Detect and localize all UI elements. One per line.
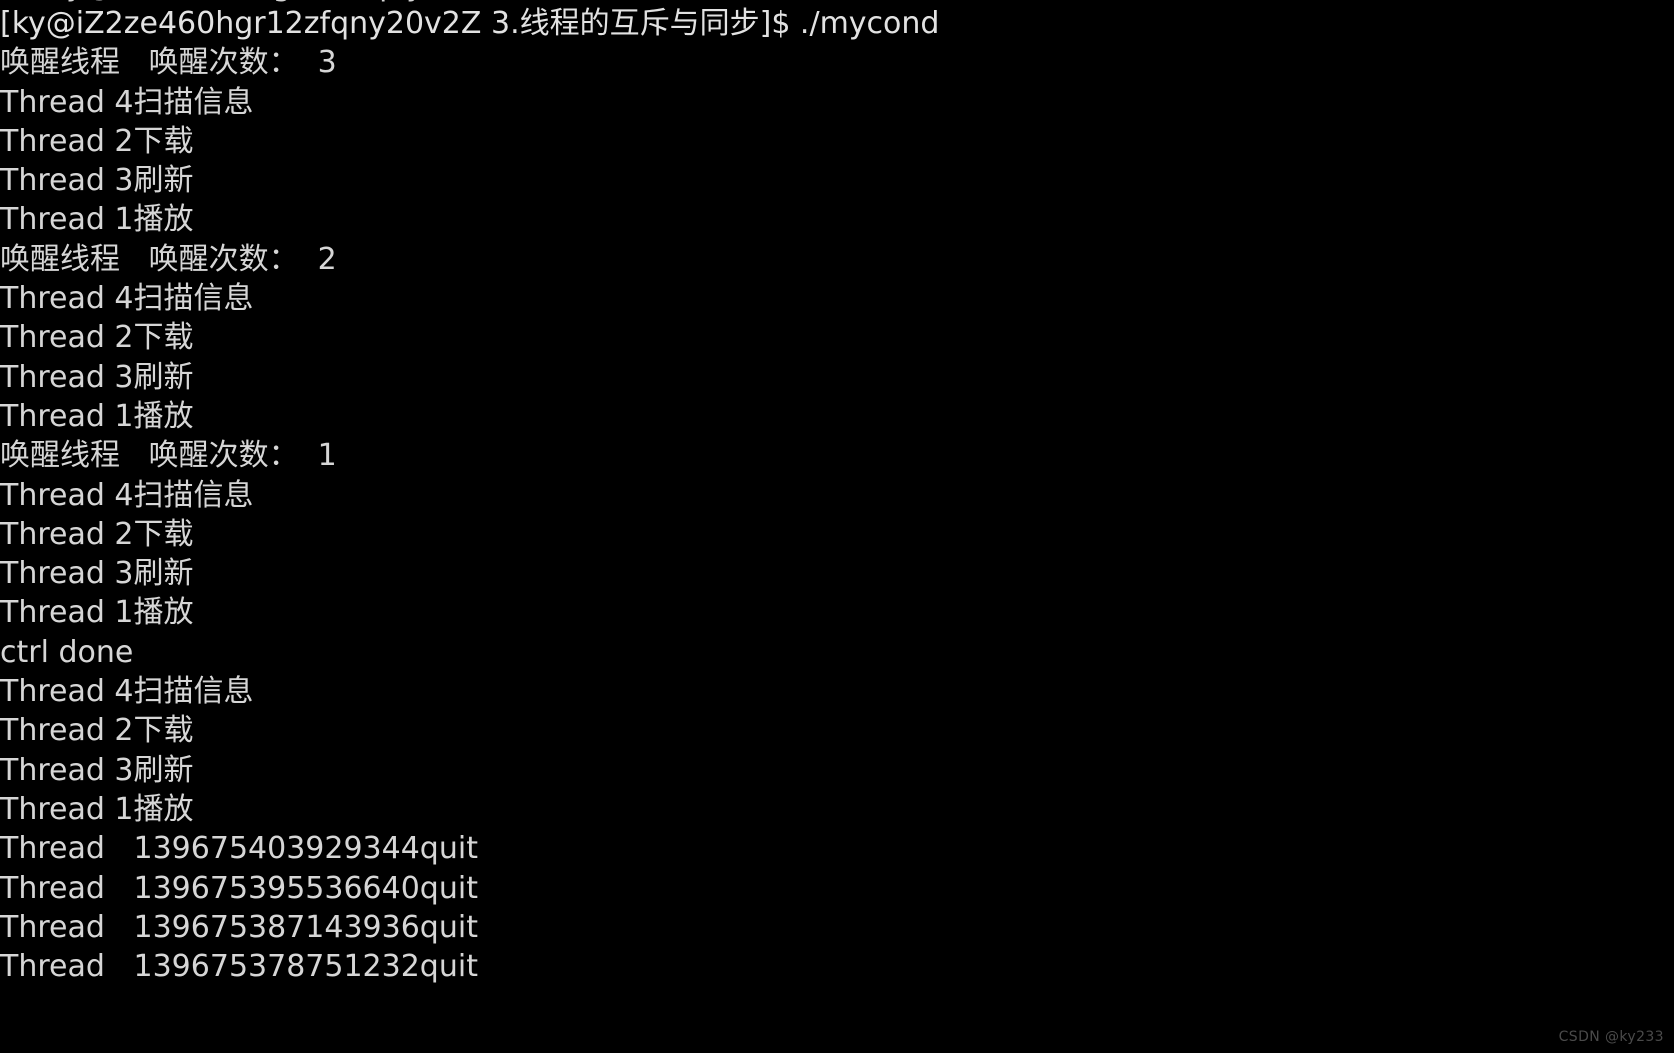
output-line-ctrl-done: ctrl done [0,634,134,670]
output-line: Thread 1播放 [0,202,194,238]
output-line-quit: Thread 139675387143936quit [0,909,478,945]
output-line: Thread 2下载 [0,516,194,552]
output-line: Thread 3刷新 [0,359,194,395]
output-line: Thread 2下载 [0,713,194,749]
terminal-output: [ky@iZ2ze460hgr12zfqny20v2Z 3.线程的互斥与同步]$… [0,4,1674,986]
output-line-quit: Thread 139675403929344quit [0,831,478,867]
output-line: Thread 2下载 [0,123,194,159]
output-line: Thread 4扫描信息 [0,84,254,120]
output-line: 唤醒线程 唤醒次数： 2 [0,241,337,277]
output-line: Thread 3刷新 [0,752,194,788]
output-line-quit: Thread 139675378751232quit [0,949,478,985]
output-line: Thread 3刷新 [0,163,194,199]
prompt-line: [ky@iZ2ze460hgr12zfqny20v2Z 3.线程的互斥与同步]$… [0,6,940,41]
output-line: 唤醒线程 唤醒次数： 1 [0,438,337,474]
output-line-quit: Thread 139675395536640quit [0,870,478,906]
terminal-window[interactable]: [ky@iZ2ze460hgr12zfqny20v2Z 3.线程] [ky@iZ… [0,0,1674,1053]
output-line: Thread 4扫描信息 [0,477,254,513]
output-line: Thread 4扫描信息 [0,281,254,317]
output-line: Thread 1播放 [0,595,194,631]
output-line: Thread 2下载 [0,320,194,356]
csdn-watermark: CSDN @ky233 [1558,1029,1664,1045]
output-line: Thread 1播放 [0,791,194,827]
output-line: Thread 1播放 [0,398,194,434]
output-line: 唤醒线程 唤醒次数： 3 [0,45,337,81]
output-line: Thread 4扫描信息 [0,674,254,710]
output-line: Thread 3刷新 [0,556,194,592]
